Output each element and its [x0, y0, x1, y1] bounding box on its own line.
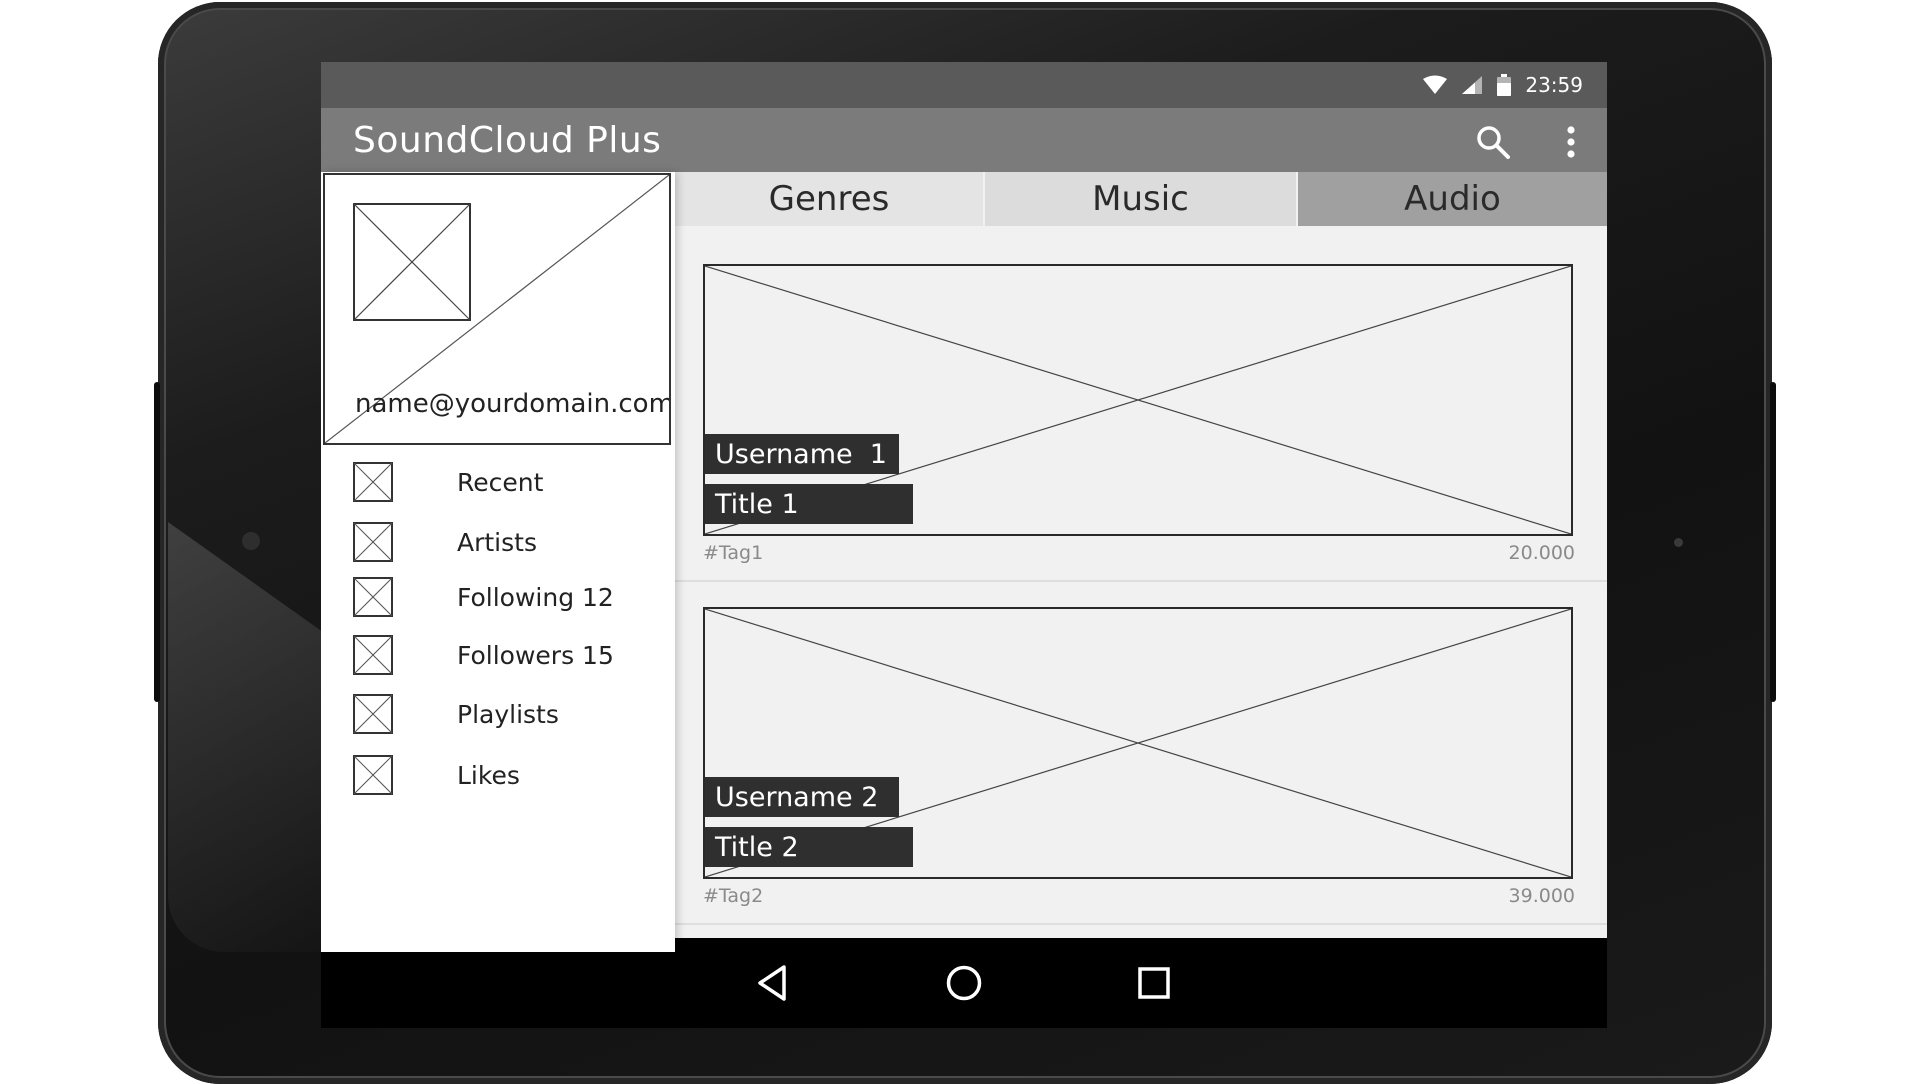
app-bar: SoundCloud Plus [321, 108, 1607, 172]
status-time: 23:59 [1525, 73, 1583, 97]
main-content: Genres Music Audio Username 1 Title 1 #T… [675, 172, 1607, 952]
more-vert-icon[interactable] [1551, 122, 1591, 162]
track-tag[interactable]: #Tag2 [703, 885, 763, 907]
drawer-item-label: Following 12 [457, 582, 614, 612]
back-icon[interactable] [749, 960, 795, 1006]
placeholder-icon [353, 755, 393, 795]
drawer-item-label: Artists [457, 527, 537, 557]
track-title[interactable]: Title 2 [705, 827, 913, 867]
home-icon[interactable] [941, 960, 987, 1006]
track-image-placeholder[interactable]: Username 1 Title 1 [703, 264, 1573, 536]
placeholder-icon [353, 577, 393, 617]
track-play-count: 20.000 [1508, 542, 1575, 564]
battery-icon [1497, 74, 1512, 96]
tab-genres[interactable]: Genres [675, 172, 985, 226]
account-email: name@yourdomain.com [355, 389, 671, 419]
placeholder-icon [353, 694, 393, 734]
drawer-item-following[interactable]: Following 12 [353, 577, 653, 617]
avatar[interactable] [353, 203, 471, 321]
track-username[interactable]: Username 1 [705, 434, 899, 474]
cell-signal-icon [1461, 75, 1483, 95]
track-meta: #Tag2 39.000 [703, 879, 1575, 919]
drawer-item-playlists[interactable]: Playlists [353, 694, 653, 734]
track-card[interactable]: Username 2 Title 2 #Tag2 39.000 [675, 607, 1607, 925]
tab-bar: Genres Music Audio [675, 172, 1607, 226]
drawer-item-likes[interactable]: Likes [353, 755, 653, 795]
light-sensor [1674, 538, 1683, 547]
track-tag[interactable]: #Tag1 [703, 542, 763, 564]
front-camera [242, 532, 260, 550]
drawer-header: name@yourdomain.com [323, 173, 671, 445]
drawer-item-followers[interactable]: Followers 15 [353, 635, 653, 675]
track-title[interactable]: Title 1 [705, 484, 913, 524]
side-button-right [1770, 382, 1776, 702]
card-divider [675, 923, 1607, 925]
placeholder-icon [353, 635, 393, 675]
search-icon[interactable] [1473, 122, 1513, 162]
drawer-item-artists[interactable]: Artists [353, 522, 653, 562]
app-title: SoundCloud Plus [353, 120, 662, 161]
drawer-item-recent[interactable]: Recent [353, 462, 653, 502]
track-card[interactable]: Username 1 Title 1 #Tag1 20.000 [675, 264, 1607, 582]
drawer-item-label: Recent [457, 467, 544, 497]
track-play-count: 39.000 [1508, 885, 1575, 907]
tablet-screen: 23:59 SoundCloud Plus Genres Music Audio… [321, 62, 1607, 1028]
wifi-icon [1423, 75, 1448, 95]
tab-music[interactable]: Music [985, 172, 1298, 226]
track-username[interactable]: Username 2 [705, 777, 899, 817]
drawer-item-label: Playlists [457, 699, 559, 729]
drawer-item-label: Followers 15 [457, 640, 614, 670]
track-meta: #Tag1 20.000 [703, 536, 1575, 576]
placeholder-icon [353, 462, 393, 502]
placeholder-icon [353, 522, 393, 562]
side-button-left [154, 382, 160, 702]
status-bar: 23:59 [321, 62, 1607, 108]
drawer-item-label: Likes [457, 760, 520, 790]
tab-audio[interactable]: Audio [1298, 172, 1607, 226]
navigation-drawer: name@yourdomain.com Recent Artists Follo… [321, 172, 675, 952]
card-divider [675, 580, 1607, 582]
track-image-placeholder[interactable]: Username 2 Title 2 [703, 607, 1573, 879]
recents-icon[interactable] [1131, 960, 1177, 1006]
